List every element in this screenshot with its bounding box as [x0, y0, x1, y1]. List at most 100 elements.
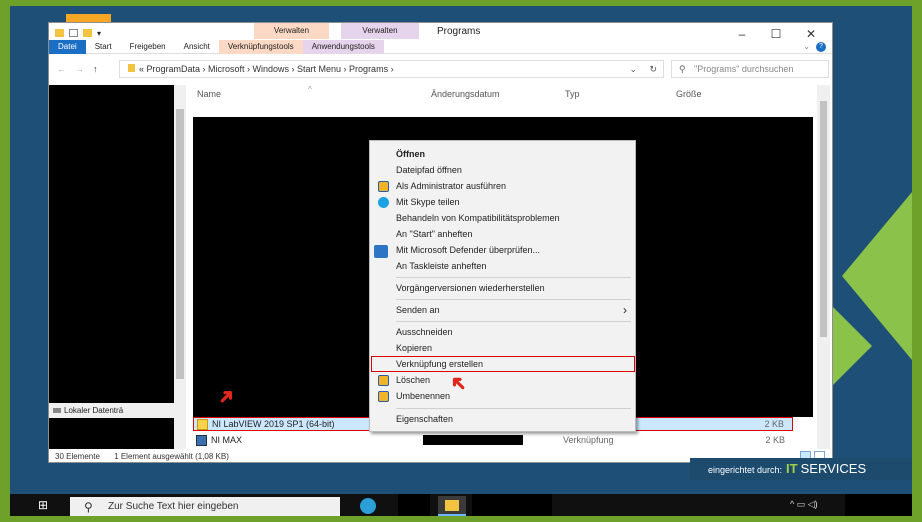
menu-item-pin-taskbar[interactable]: An Taskleiste anheften: [370, 259, 635, 274]
title-bar: ▾ Verwalten Verwalten Programs – ☐ ✕ Dat…: [49, 23, 832, 55]
folder-icon: [128, 64, 135, 72]
search-input[interactable]: ⚲ "Programs" durchsuchen: [671, 60, 829, 78]
menu-item-restore[interactable]: Vorgängerversionen wiederherstellen: [370, 281, 635, 296]
menu-item-properties[interactable]: Eigenschaften: [370, 412, 635, 427]
menu-item-compat[interactable]: Behandeln von Kompatibilitätsproblemen: [370, 211, 635, 226]
redacted-clock: [845, 494, 912, 516]
skype-icon: [378, 197, 389, 208]
properties-icon[interactable]: [69, 29, 78, 37]
shield-icon: [378, 181, 389, 192]
windows-start-icon[interactable]: ⊞: [38, 498, 48, 512]
menu-divider: [396, 277, 631, 278]
search-placeholder: "Programs" durchsuchen: [694, 64, 794, 74]
ribbon-tabs: Datei Start Freigeben Ansicht Verknüpfun…: [49, 39, 832, 54]
chevron-down-icon[interactable]: ⌄: [803, 42, 810, 51]
menu-item-label: Umbenennen: [396, 391, 451, 401]
menu-divider: [396, 408, 631, 409]
context-menu: Öffnen Dateipfad öffnen Als Administrato…: [369, 140, 636, 432]
file-size: 2 KB: [765, 435, 785, 445]
tab-home[interactable]: Start: [86, 40, 121, 54]
redacted-date: [423, 435, 523, 445]
menu-item-delete[interactable]: Löschen: [370, 373, 635, 388]
tab-file[interactable]: Datei: [49, 39, 86, 54]
file-explorer-taskbar-button[interactable]: [438, 496, 466, 516]
edge-browser-icon[interactable]: [360, 498, 376, 514]
search-icon: ⚲: [679, 64, 686, 74]
tab-app-tools[interactable]: Anwendungstools: [302, 39, 384, 54]
file-size: 2 KB: [764, 419, 784, 429]
branding-banner: eingerichtet durch: IT SERVICES: [690, 458, 912, 480]
selection-info: 1 Element ausgewählt (1,08 KB): [114, 452, 229, 461]
item-count: 30 Elemente: [55, 452, 100, 461]
menu-item-run-as-admin[interactable]: Als Administrator ausführen: [370, 179, 635, 194]
context-header-shortcut: Verwalten: [254, 23, 329, 39]
menu-item-label: Mit Microsoft Defender überprüfen...: [396, 245, 541, 255]
brand-name: SERVICES: [800, 461, 867, 476]
tab-view[interactable]: Ansicht: [175, 40, 219, 54]
chevron-down-icon[interactable]: ▾: [97, 29, 101, 38]
refresh-icon[interactable]: ↻: [649, 61, 657, 77]
scrollbar-thumb[interactable]: [820, 101, 827, 337]
nav-scrollbar[interactable]: [174, 85, 186, 449]
highlight-box: [371, 356, 635, 372]
file-name: NI MAX: [211, 435, 243, 445]
close-button[interactable]: ✕: [801, 27, 821, 41]
drive-icon: [53, 408, 61, 413]
defender-icon: [374, 245, 388, 258]
quick-access-toolbar: ▾: [55, 29, 101, 38]
forward-button[interactable]: →: [75, 64, 84, 74]
menu-item-copy[interactable]: Kopieren: [370, 341, 635, 356]
column-size[interactable]: Größe: [676, 89, 702, 99]
menu-item-rename[interactable]: Umbenennen: [370, 389, 635, 404]
menu-item-skype[interactable]: Mit Skype teilen: [370, 195, 635, 210]
menu-item-label: Als Administrator ausführen: [396, 181, 507, 191]
new-folder-icon[interactable]: [83, 29, 92, 37]
ni-max-icon: [196, 435, 207, 446]
shield-icon: [378, 391, 389, 402]
tab-shortcut-tools[interactable]: Verknüpfungstools: [218, 39, 303, 54]
file-type: Verknüpfung: [563, 435, 614, 445]
breadcrumb[interactable]: « ProgramData › Microsoft › Windows › St…: [139, 64, 394, 74]
taskbar: ⊞ ⚲ Zur Suche Text hier eingeben ^ ▭ ◁): [10, 494, 912, 516]
redacted-taskbar-item: [398, 494, 430, 516]
minimize-button[interactable]: –: [732, 27, 752, 41]
sort-arrow-icon: ^: [308, 85, 312, 94]
desktop: ▾ Verwalten Verwalten Programs – ☐ ✕ Dat…: [10, 6, 912, 516]
folder-icon: [445, 500, 459, 511]
column-type[interactable]: Typ: [565, 89, 580, 99]
menu-item-defender[interactable]: Mit Microsoft Defender überprüfen...: [370, 243, 635, 258]
system-tray[interactable]: ^ ▭ ◁): [790, 499, 818, 510]
taskbar-search-input[interactable]: ⚲ Zur Suche Text hier eingeben: [70, 497, 340, 516]
file-name: NI LabVIEW 2019 SP1 (64-bit): [212, 419, 335, 429]
navigation-pane: Lokaler Datenträ: [49, 85, 174, 449]
menu-item-open[interactable]: Öffnen: [370, 147, 635, 162]
address-bar[interactable]: « ProgramData › Microsoft › Windows › St…: [119, 60, 664, 78]
tab-share[interactable]: Freigeben: [121, 40, 175, 54]
up-button[interactable]: ↑: [93, 64, 98, 74]
menu-item-cut[interactable]: Ausschneiden: [370, 325, 635, 340]
labview-icon: [197, 419, 208, 430]
folder-icon[interactable]: [55, 29, 64, 37]
maximize-button[interactable]: ☐: [766, 27, 786, 41]
chevron-right-icon: ›: [623, 303, 627, 317]
column-date[interactable]: Änderungsdatum: [431, 89, 500, 99]
chevron-down-icon[interactable]: ⌄: [629, 61, 637, 77]
sidebar-item-label: Lokaler Datenträ: [64, 406, 124, 415]
menu-divider: [396, 321, 631, 322]
brand-mark: IT: [786, 461, 798, 476]
file-row[interactable]: NI MAX Verknüpfung 2 KB: [193, 434, 793, 447]
column-name[interactable]: Name: [197, 89, 221, 99]
column-headers: Name ^ Änderungsdatum Typ Größe: [193, 85, 813, 103]
orange-marker: [66, 14, 111, 22]
address-bar-row: ← → ↑ « ProgramData › Microsoft › Window…: [49, 58, 832, 80]
taskbar-search-placeholder: Zur Suche Text hier eingeben: [108, 501, 239, 512]
help-icon[interactable]: ?: [816, 41, 826, 52]
sidebar-item-local-disk[interactable]: Lokaler Datenträ: [49, 403, 174, 418]
banner-prefix: eingerichtet durch:: [708, 465, 783, 475]
menu-item-send-to[interactable]: Senden an ›: [370, 303, 635, 318]
scrollbar-thumb[interactable]: [176, 109, 184, 379]
menu-item-open-path[interactable]: Dateipfad öffnen: [370, 163, 635, 178]
back-button[interactable]: ←: [57, 64, 66, 74]
menu-item-pin-start[interactable]: An "Start" anheften: [370, 227, 635, 242]
file-scrollbar[interactable]: [817, 85, 830, 449]
